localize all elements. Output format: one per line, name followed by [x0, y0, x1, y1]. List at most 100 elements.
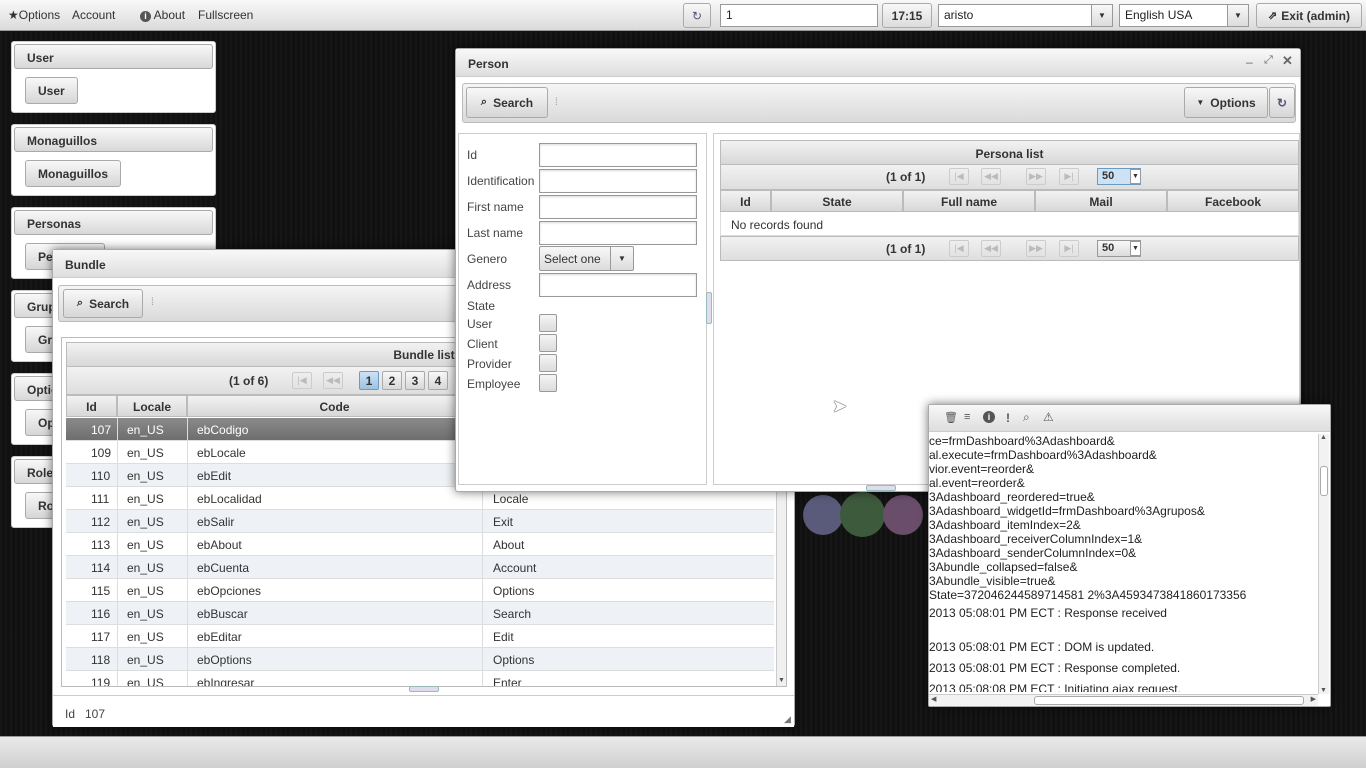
prev-page-icon[interactable]: ◀◀ — [981, 240, 1001, 257]
table-row[interactable]: 115 en_US ebOpciones Options — [66, 579, 774, 602]
employee-checkbox[interactable] — [539, 374, 557, 392]
alert-icon[interactable]: ⚠ — [1043, 410, 1054, 424]
info-icon[interactable]: i — [983, 411, 995, 423]
options-menu[interactable]: ★Options — [8, 8, 60, 22]
chevron-down-icon[interactable]: ▼ — [1130, 169, 1141, 184]
cell-locale: en_US — [127, 676, 164, 687]
cell-locale: en_US — [127, 538, 164, 552]
cell-code: ebEdit — [197, 469, 232, 483]
person-refresh-button[interactable]: ↻ — [1269, 87, 1295, 118]
client-checkbox[interactable] — [539, 334, 557, 352]
cell-id: 115 — [91, 584, 111, 598]
column-id[interactable]: Id — [720, 190, 771, 212]
page-1-button[interactable]: 1 — [359, 371, 379, 390]
id-input[interactable] — [539, 143, 697, 167]
page-4-button[interactable]: 4 — [428, 371, 448, 390]
last-name-input[interactable] — [539, 221, 697, 245]
cell-locale: en_US — [127, 423, 164, 437]
list-icon[interactable]: ≡ — [964, 411, 970, 423]
table-row[interactable]: 119 en_US ebIngresar Enter — [66, 671, 774, 687]
cell-value: Options — [493, 653, 535, 667]
last-page-icon[interactable]: ▶| — [1059, 240, 1079, 257]
person-search-button[interactable]: ⌕ Search — [466, 87, 548, 118]
search-icon[interactable]: ⌕ — [1023, 410, 1030, 425]
column-locale[interactable]: Locale — [117, 395, 187, 417]
close-icon[interactable]: ✕ — [1282, 53, 1293, 69]
trash-icon[interactable]: 🗑 — [944, 411, 958, 424]
column-full-name[interactable]: Full name — [903, 190, 1035, 212]
maximize-icon[interactable]: ⤢ — [1264, 54, 1273, 67]
log-horizontal-scrollbar[interactable]: ◀ ▶ — [929, 694, 1318, 706]
table-row[interactable]: 118 en_US ebOptions Options — [66, 648, 774, 671]
first-page-icon[interactable]: |◀ — [949, 168, 969, 185]
user-checkbox[interactable] — [539, 314, 557, 332]
resize-handle[interactable] — [866, 485, 896, 491]
table-row[interactable]: 116 en_US ebBuscar Search — [66, 602, 774, 625]
account-menu[interactable]: Account — [72, 8, 115, 22]
first-name-input[interactable] — [539, 195, 697, 219]
column-facebook[interactable]: Facebook — [1167, 190, 1299, 212]
next-page-icon[interactable]: ▶▶ — [1026, 240, 1046, 257]
address-input[interactable] — [539, 273, 697, 297]
cell-value: Search — [493, 607, 532, 621]
about-menu[interactable]: i About — [140, 8, 185, 22]
log-line: State=372046244589714581 2%3A45934738418… — [929, 588, 1247, 602]
cell-code: ebOpciones — [197, 584, 262, 598]
column-mail[interactable]: Mail — [1035, 190, 1167, 212]
toolbar-separator: ⁞ — [555, 97, 558, 108]
last-page-icon[interactable]: ▶| — [1059, 168, 1079, 185]
chevron-down-icon[interactable]: ▼ — [1130, 241, 1141, 256]
cell-locale: en_US — [127, 515, 164, 529]
log-line: 2013 05:08:01 PM ECT : Response received — [929, 606, 1167, 620]
table-row[interactable]: 117 en_US ebEditar Edit — [66, 625, 774, 648]
person-dialog-title[interactable]: Person — [456, 49, 1300, 77]
prev-page-icon[interactable]: ◀◀ — [981, 168, 1001, 185]
cell-id: 112 — [91, 515, 111, 529]
user-select-chevron-down-icon[interactable]: ▼ — [1091, 4, 1113, 27]
page-3-button[interactable]: 3 — [405, 371, 425, 390]
page-2-button[interactable]: 2 — [382, 371, 402, 390]
prev-page-icon[interactable]: ◀◀ — [323, 372, 343, 389]
user-select[interactable]: aristo — [938, 4, 1093, 27]
cell-id: 119 — [91, 676, 111, 687]
monaguillos-button[interactable]: Monaguillos — [25, 160, 121, 187]
minimize-icon[interactable]: – — [1246, 55, 1253, 69]
cell-code: ebLocale — [197, 446, 246, 460]
language-select[interactable]: English USA — [1119, 4, 1229, 27]
first-page-icon[interactable]: |◀ — [949, 240, 969, 257]
log-line: 3Adashboard_widgetId=frmDashboard%3Agrup… — [929, 504, 1205, 518]
next-page-icon[interactable]: ▶▶ — [1026, 168, 1046, 185]
panel-header[interactable]: Monaguillos — [14, 127, 213, 152]
column-id[interactable]: Id — [66, 395, 117, 417]
language-select-chevron-down-icon[interactable]: ▼ — [1227, 4, 1249, 27]
column-code[interactable]: Code — [187, 395, 482, 417]
chevron-down-icon: ▼ — [1196, 98, 1205, 107]
resize-grip-icon[interactable]: ◢ — [784, 714, 791, 725]
resize-handle[interactable] — [409, 686, 439, 692]
table-row[interactable]: 112 en_US ebSalir Exit — [66, 510, 774, 533]
split-handle[interactable] — [706, 292, 712, 324]
identification-input[interactable] — [539, 169, 697, 193]
provider-checkbox[interactable] — [539, 354, 557, 372]
bundle-search-button[interactable]: ⌕ Search — [63, 289, 143, 318]
cell-locale: en_US — [127, 584, 164, 598]
table-row[interactable]: 113 en_US ebAbout About — [66, 533, 774, 556]
panel-header[interactable]: Personas — [14, 210, 213, 235]
bottom-bar — [0, 736, 1366, 768]
top-field-input[interactable]: 1 — [720, 4, 878, 27]
cell-locale: en_US — [127, 653, 164, 667]
user-button[interactable]: User — [25, 77, 78, 104]
genero-select[interactable]: Select one ▼ — [539, 246, 634, 271]
column-state[interactable]: State — [771, 190, 903, 212]
table-row[interactable]: 114 en_US ebCuenta Account — [66, 556, 774, 579]
warning-exclamation-icon[interactable]: ! — [1006, 411, 1010, 425]
person-options-button[interactable]: ▼ Options — [1184, 87, 1268, 118]
first-page-icon[interactable]: |◀ — [292, 372, 312, 389]
panel-header[interactable]: User — [14, 44, 213, 69]
exit-button[interactable]: ⇗ Exit (admin) — [1256, 3, 1362, 28]
refresh-button[interactable]: ↻ — [683, 3, 711, 28]
cell-locale: en_US — [127, 607, 164, 621]
fullscreen-menu[interactable]: Fullscreen — [198, 8, 253, 22]
log-vertical-scrollbar[interactable]: ▲ ▼ — [1318, 434, 1329, 694]
page-info: (1 of 1) — [886, 242, 926, 256]
